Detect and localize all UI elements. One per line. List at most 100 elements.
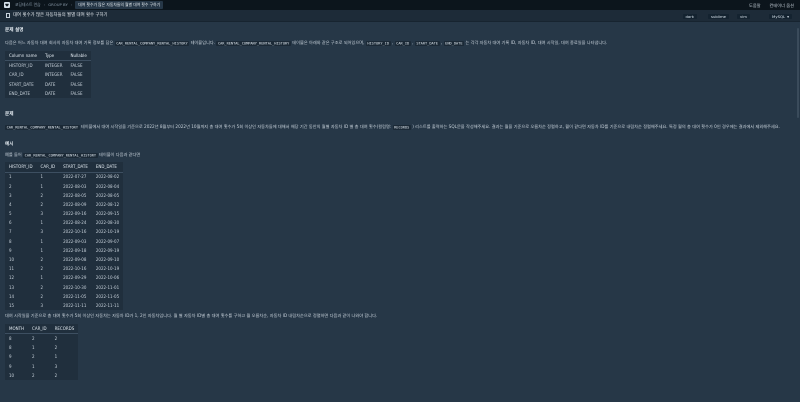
breadcrumb-separator: › [43, 2, 46, 8]
table-cell: 15 [9, 302, 15, 308]
table-row: 9 1 2022-09-18 2022-09-19 [5, 246, 123, 255]
table-cell: 2022-09-16 [63, 211, 87, 217]
table-cell: 3 [54, 363, 58, 369]
table-cell: 2 [54, 372, 58, 378]
schema-table: Column name Type Nullable HISTORY_ID INTE… [5, 51, 91, 99]
table-header: Type [40, 51, 67, 62]
problem-description: 문제 설명 다음은 어느 자동차 대여 회사의 자동차 대여 기록 정보를 담은… [5, 28, 795, 381]
table-cell: 2 [54, 336, 58, 342]
table-row: START_DATE DATE FALSE [9, 81, 83, 87]
table-cell: 2022-09-18 [63, 247, 87, 253]
table-cell: 7 [9, 229, 12, 235]
table-cell: 2022-10-30 [63, 284, 87, 290]
table-cell: 2022-09-29 [63, 275, 87, 281]
table-cell: 2 [40, 284, 44, 290]
problem-paragraph: CAR_RENTAL_COMPANY_RENTAL_HISTORY 테이블에서 … [5, 124, 780, 130]
table-row: 10 2 2022-09-08 2022-09-10 [5, 255, 123, 264]
table-row: 7 3 2022-10-16 2022-10-19 [5, 228, 123, 237]
table-row: 8 1 2 [5, 343, 78, 352]
table-cell: 2022-07-27 [63, 174, 87, 180]
table-header: CAR_ID [28, 323, 51, 335]
theme-dark-button[interactable]: dark [682, 14, 697, 19]
editor-toolbar: dark sublime vim MySQL ▾ [0, 14, 800, 22]
table-cell: 2022-11-11 [95, 302, 120, 308]
table-row: 15 3 2022-11-11 2022-11-11 [5, 301, 123, 310]
table-cell: 2022-08-05 [63, 192, 87, 198]
table-cell: 4 [9, 201, 12, 207]
table-cell: 2 [32, 336, 35, 342]
heart-logo-icon [5, 3, 9, 7]
table-cell: 1 [54, 354, 58, 360]
table-cell: 9 [9, 247, 12, 253]
table-cell: 2022-08-30 [95, 220, 120, 226]
table-cell: 10 [9, 257, 15, 262]
result-table: MONTH CAR_ID RECORDS 8 2 2 8 1 2 9 2 1 9 1 3 10 2 2 [5, 323, 79, 381]
table-cell: 8 [9, 336, 12, 342]
table-row: 13 2 2022-10-30 2022-11-01 [5, 283, 123, 292]
table-row: 2 1 2022-08-03 2022-08-04 [5, 182, 123, 191]
table-row: 3 2 2022-08-05 2022-08-05 [5, 191, 123, 200]
table-header: HISTORY_ID [5, 162, 37, 173]
table-cell: 2022-10-19 [95, 229, 120, 235]
table-row: 12 1 2022-09-29 2022-10-06 [5, 273, 123, 282]
table-cell: 1 [40, 183, 44, 189]
table-row: 9 1 3 [5, 362, 78, 371]
table-cell: 2022-11-05 [63, 293, 87, 299]
theme-sublime-button[interactable]: sublime [708, 14, 729, 19]
table-cell: 2022-08-04 [95, 183, 120, 189]
table-cell: 2 [9, 183, 12, 189]
language-select[interactable]: MySQL ▾ [769, 14, 792, 19]
table-row: 11 2 2022-10-16 2022-10-19 [5, 264, 123, 273]
programmers-logo[interactable] [4, 2, 10, 8]
table-row: 8 2 2 [5, 334, 78, 344]
table-cell: 3 [9, 192, 12, 198]
table-cell: 1 [40, 238, 44, 244]
breadcrumb-current-problem: 대여 횟수가 많은 자동차들의 월별 대여 횟수 구하기 [75, 1, 164, 9]
table-cell: 1 [32, 363, 35, 369]
scrollbar[interactable] [797, 28, 799, 118]
breadcrumb-separator: › [70, 2, 73, 8]
table-header: Nullable [66, 51, 91, 62]
table-cell: 1 [40, 174, 44, 180]
table-cell: 2022-09-10 [95, 257, 120, 262]
breadcrumb-coding-test[interactable]: 코딩테스트 연습 [15, 2, 41, 7]
table-cell: 14 [9, 293, 15, 299]
top-nav-bar: 코딩테스트 연습 › GROUP BY › 대여 횟수가 많은 자동차들의 월별… [0, 0, 800, 10]
table-cell: 2022-09-19 [95, 247, 120, 253]
table-header: START_DATE [59, 162, 92, 173]
table-cell: 1 [40, 220, 44, 226]
table-cell: 3 [40, 211, 44, 217]
table-cell: 3 [40, 229, 44, 235]
example-explanation: 대여 시작일을 기준으로 총 대여 횟수가 5회 이상인 자동차는 자동차 ID… [5, 313, 378, 319]
table-cell: 2022-09-07 [95, 238, 120, 244]
table-cell: 2 [40, 293, 44, 299]
help-link[interactable]: 도움말 [749, 3, 761, 9]
table-row: 8 1 2022-09-03 2022-09-07 [5, 237, 123, 246]
table-cell: 8 [9, 238, 12, 244]
theme-vim-button[interactable]: vim [736, 14, 750, 19]
table-cell: 2 [54, 345, 58, 351]
example-heading: 예시 [5, 142, 14, 148]
container-options-link[interactable]: 컨테이너 옵션 [770, 3, 794, 9]
table-row: CAR_ID INTEGER FALSE [9, 72, 83, 78]
table-cell: 2022-10-16 [63, 266, 87, 272]
table-cell: 5 [9, 211, 12, 217]
table-row: 10 2 2 [5, 371, 78, 380]
description-heading: 문제 설명 [5, 28, 24, 33]
table-cell: 1 [40, 247, 44, 253]
table-cell: 2 [40, 192, 44, 198]
table-cell: 9 [9, 363, 12, 369]
table-cell: 2 [40, 257, 44, 262]
table-cell: 6 [9, 220, 12, 226]
breadcrumb-group-by[interactable]: GROUP BY [48, 2, 68, 7]
table-header: Column name [5, 51, 41, 62]
problem-heading: 문제 [5, 112, 14, 118]
table-row: HISTORY_ID INTEGER FALSE [9, 63, 83, 69]
table-cell: 2022-08-12 [95, 201, 120, 207]
table-cell: 2022-11-01 [95, 284, 120, 290]
table-cell: 2022-08-02 [95, 174, 120, 180]
table-cell: 1 [9, 174, 12, 180]
table-cell: 10 [9, 372, 15, 378]
table-cell: 2022-10-06 [95, 275, 120, 281]
language-select-value: MySQL [772, 13, 786, 19]
